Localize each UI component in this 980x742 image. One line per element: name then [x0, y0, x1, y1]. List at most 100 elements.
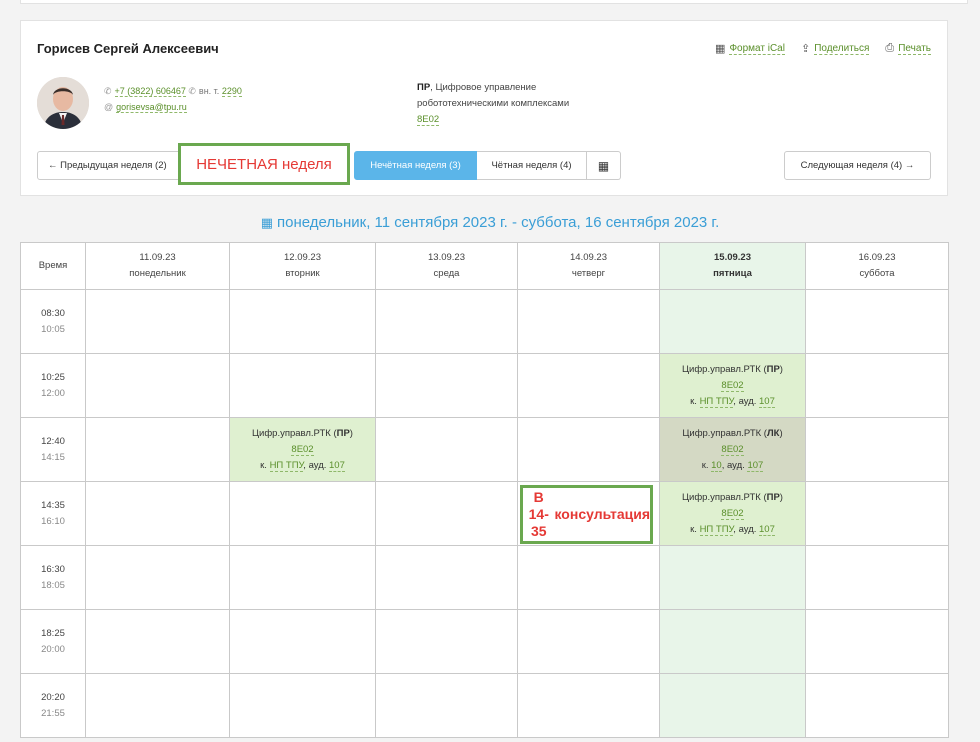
- time-slot: 08:30 10:05: [20, 289, 86, 354]
- schedule-cell: [85, 673, 230, 738]
- schedule-row: 20:20 21:55: [20, 673, 949, 738]
- ical-link[interactable]: ▦ Формат iCal: [715, 42, 785, 55]
- schedule-cell: [229, 545, 376, 610]
- schedule-cell: [85, 481, 230, 546]
- schedule-row: 10:25 12:00 Цифр.управл.РТК (ПР) 8Е02 к. …: [20, 353, 949, 418]
- lecture-cell: Цифр.управл.РТК (ЛК) 8Е02 к. 10, ауд. 10…: [659, 417, 806, 482]
- group-link[interactable]: 8Е02: [721, 379, 744, 392]
- prev-week-button[interactable]: ← Предыдущая неделя (2): [37, 151, 182, 180]
- day-header: 16.09.23 суббота: [805, 242, 949, 290]
- schedule-cell: [229, 673, 376, 738]
- ext-label: вн. т.: [198, 86, 220, 96]
- schedule-cell: [375, 673, 518, 738]
- schedule-table: Время 11.09.23 понедельник 12.09.23 вторни…: [20, 242, 949, 738]
- time-slot: 14:35 16:10: [20, 481, 86, 546]
- odd-week-button[interactable]: Нечётная неделя (3): [354, 151, 477, 180]
- schedule-cell: [805, 673, 949, 738]
- room-link[interactable]: 107: [759, 523, 775, 536]
- building-link[interactable]: НП ТПУ: [699, 523, 734, 536]
- building-link[interactable]: НП ТПУ: [269, 459, 304, 472]
- at-icon: @: [104, 102, 114, 112]
- phone-link[interactable]: +7 (3822) 606467: [114, 86, 186, 97]
- schedule-cell: [375, 609, 518, 674]
- teacher-contacts: ✆ +7 (3822) 606467 ✆ вн. т. 2290 @ gorisevs…: [104, 83, 242, 115]
- schedule-header-row: Время 11.09.23 понедельник 12.09.23 вторни…: [20, 242, 949, 290]
- teacher-name: Горисев Сергей Алексеевич: [37, 41, 219, 56]
- schedule-cell: [375, 481, 518, 546]
- calendar-icon: ▦: [715, 43, 726, 55]
- schedule-cell: [375, 289, 518, 354]
- group-link[interactable]: 8Е02: [291, 443, 314, 456]
- odd-week-annotation: НЕЧЕТНАЯ неделя: [178, 143, 350, 185]
- next-week-button[interactable]: Следующая неделя (4) →: [784, 151, 931, 180]
- building-link[interactable]: 10: [711, 459, 722, 472]
- dept-abbr: ПР: [417, 82, 431, 93]
- schedule-cell: [229, 289, 376, 354]
- time-slot: 12:40 14:15: [20, 417, 86, 482]
- schedule-row: 08:30 10:05: [20, 289, 949, 354]
- calendar-picker-button[interactable]: ▦: [587, 151, 621, 180]
- room-link[interactable]: 107: [329, 459, 345, 472]
- phone-ext-icon: ✆: [188, 86, 196, 96]
- schedule-cell: [517, 545, 660, 610]
- day-header: 13.09.23 среда: [375, 242, 518, 290]
- share-link[interactable]: ⇪ Поделиться: [801, 42, 870, 55]
- ical-label: Формат iCal: [729, 42, 785, 55]
- schedule-cell: [659, 609, 806, 674]
- phone-row: ✆ +7 (3822) 606467 ✆ вн. т. 2290: [104, 83, 242, 99]
- time-header: Время: [20, 242, 86, 290]
- week-switch: Нечётная неделя (3) Чётная неделя (4) ▦: [354, 151, 621, 180]
- schedule-cell: [517, 417, 660, 482]
- schedule-row: 16:30 18:05: [20, 545, 949, 610]
- consultation-annotation: В 14-35 консультация: [520, 485, 653, 544]
- printer-icon: ⎙: [885, 42, 895, 54]
- schedule-cell: [805, 289, 949, 354]
- schedule-row: 14:35 16:10 Цифр.управл.РТК (ПР) 8Е02 к. …: [20, 481, 949, 546]
- lesson-cell: Цифр.управл.РТК (ПР) 8Е02 к. НП ТПУ, ауд…: [229, 417, 376, 482]
- schedule-cell: [517, 673, 660, 738]
- group-link[interactable]: 8Е02: [721, 507, 744, 520]
- schedule-cell: [659, 545, 806, 610]
- schedule-cell: [659, 673, 806, 738]
- consultation-line1: В 14-35: [528, 489, 549, 539]
- time-slot: 18:25 20:00: [20, 609, 86, 674]
- schedule-row: 18:25 20:00: [20, 609, 949, 674]
- schedule-cell: [375, 353, 518, 418]
- schedule-cell: [517, 353, 660, 418]
- schedule-cell: [375, 417, 518, 482]
- building-link[interactable]: НП ТПУ: [699, 395, 734, 408]
- print-link[interactable]: ⎙ Печать: [885, 42, 931, 55]
- email-link[interactable]: gorisevsa@tpu.ru: [116, 102, 187, 113]
- consultation-line2: консультация: [554, 506, 650, 522]
- schedule-cell: [375, 545, 518, 610]
- lesson-cell: Цифр.управл.РТК (ПР) 8Е02 к. НП ТПУ, ауд…: [659, 481, 806, 546]
- print-label: Печать: [898, 42, 931, 55]
- time-slot: 20:20 21:55: [20, 673, 86, 738]
- schedule-cell: [805, 481, 949, 546]
- schedule-cell: [805, 417, 949, 482]
- group-link[interactable]: 8Е02: [721, 443, 744, 456]
- schedule-cell: [229, 481, 376, 546]
- lesson-cell: Цифр.управл.РТК (ПР) 8Е02 к. НП ТПУ, ауд…: [659, 353, 806, 418]
- day-header: 12.09.23 вторник: [229, 242, 376, 290]
- schedule-cell: [85, 289, 230, 354]
- week-range: ▦ понедельник, 11 сентября 2023 г. - субб…: [0, 214, 980, 231]
- schedule-cell: [805, 353, 949, 418]
- schedule-cell: [659, 289, 806, 354]
- schedule-cell: [85, 417, 230, 482]
- even-week-button[interactable]: Чётная неделя (4): [477, 151, 587, 180]
- dept-group-link[interactable]: 8Е02: [417, 114, 440, 126]
- time-slot: 16:30 18:05: [20, 545, 86, 610]
- schedule-cell: [517, 289, 660, 354]
- ext-link[interactable]: 2290: [221, 86, 242, 97]
- phone-icon: ✆: [104, 86, 112, 96]
- dept-name: , Цифровое управление робототехническими…: [417, 82, 570, 109]
- schedule-cell: [805, 545, 949, 610]
- schedule-row: 12:40 14:15 Цифр.управл.РТК (ПР) 8Е02 к. …: [20, 417, 949, 482]
- top-panel-edge: [20, 0, 968, 4]
- room-link[interactable]: 107: [747, 459, 764, 472]
- room-link[interactable]: 107: [759, 395, 775, 408]
- schedule-cell: [805, 609, 949, 674]
- week-range-text: понедельник, 11 сентября 2023 г. - суббо…: [277, 214, 720, 231]
- avatar: [37, 77, 89, 129]
